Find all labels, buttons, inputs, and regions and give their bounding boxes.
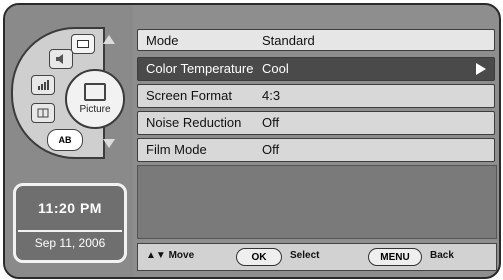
submenu-arrow-icon — [476, 63, 486, 75]
clock-panel: 11:20 PM Sep 11, 2006 — [13, 183, 127, 263]
menu-key-hint: MENU — [368, 248, 422, 266]
picture-category[interactable]: Picture — [65, 69, 125, 129]
screen-icon[interactable] — [71, 34, 95, 54]
menu-row-label: Film Mode — [146, 142, 207, 157]
picture-icon — [84, 83, 106, 101]
wheel-down-arrow-icon[interactable] — [103, 139, 115, 148]
menu-row-value: 4:3 — [262, 88, 281, 103]
mode-row[interactable]: Mode Standard — [137, 29, 495, 51]
select-hint: Select — [290, 250, 320, 261]
menu-row-label: Color Temperature — [146, 61, 254, 76]
picture-label: Picture — [79, 104, 111, 115]
picture-settings-menu: Mode Standard Color Temperature Cool Scr… — [137, 29, 495, 165]
wheel-up-arrow-icon[interactable] — [103, 35, 115, 44]
clock-time: 11:20 PM — [38, 200, 102, 216]
back-hint: Back — [430, 250, 454, 261]
speaker-icon[interactable] — [49, 49, 73, 69]
menu-row-film-mode[interactable]: Film Mode Off — [137, 138, 495, 162]
menu-row-noise-reduction[interactable]: Noise Reduction Off — [137, 111, 495, 135]
menu-row-value: Off — [262, 115, 280, 130]
menu-empty-area — [137, 165, 497, 239]
tv-osd-frame: AB Picture 11:20 PM Sep 11, 2006 Mode St… — [3, 3, 501, 279]
menu-row-screen-format[interactable]: Screen Format 4:3 — [137, 84, 495, 108]
ab-button[interactable]: AB — [47, 129, 83, 151]
menu-row-label: Screen Format — [146, 88, 232, 103]
mode-value: Standard — [262, 33, 315, 48]
menu-row-value: Off — [262, 142, 280, 157]
clock-divider — [18, 230, 122, 232]
menu-row-label: Noise Reduction — [146, 115, 242, 130]
menu-row-value: Cool — [262, 61, 289, 76]
mode-label: Mode — [146, 33, 179, 48]
channel-icon[interactable] — [31, 103, 55, 123]
clock-date: Sep 11, 2006 — [34, 236, 106, 250]
move-hint: ▲▼ Move — [146, 250, 195, 261]
ok-key-hint: OK — [236, 248, 282, 266]
menu-row-color-temperature[interactable]: Color Temperature Cool — [137, 57, 495, 81]
menu-category-wheel[interactable]: AB Picture — [11, 27, 125, 159]
help-bar: ▲▼ Move OK Select MENU Back — [137, 243, 497, 271]
signal-icon[interactable] — [31, 75, 55, 95]
left-panel: AB Picture 11:20 PM Sep 11, 2006 — [5, 5, 133, 277]
